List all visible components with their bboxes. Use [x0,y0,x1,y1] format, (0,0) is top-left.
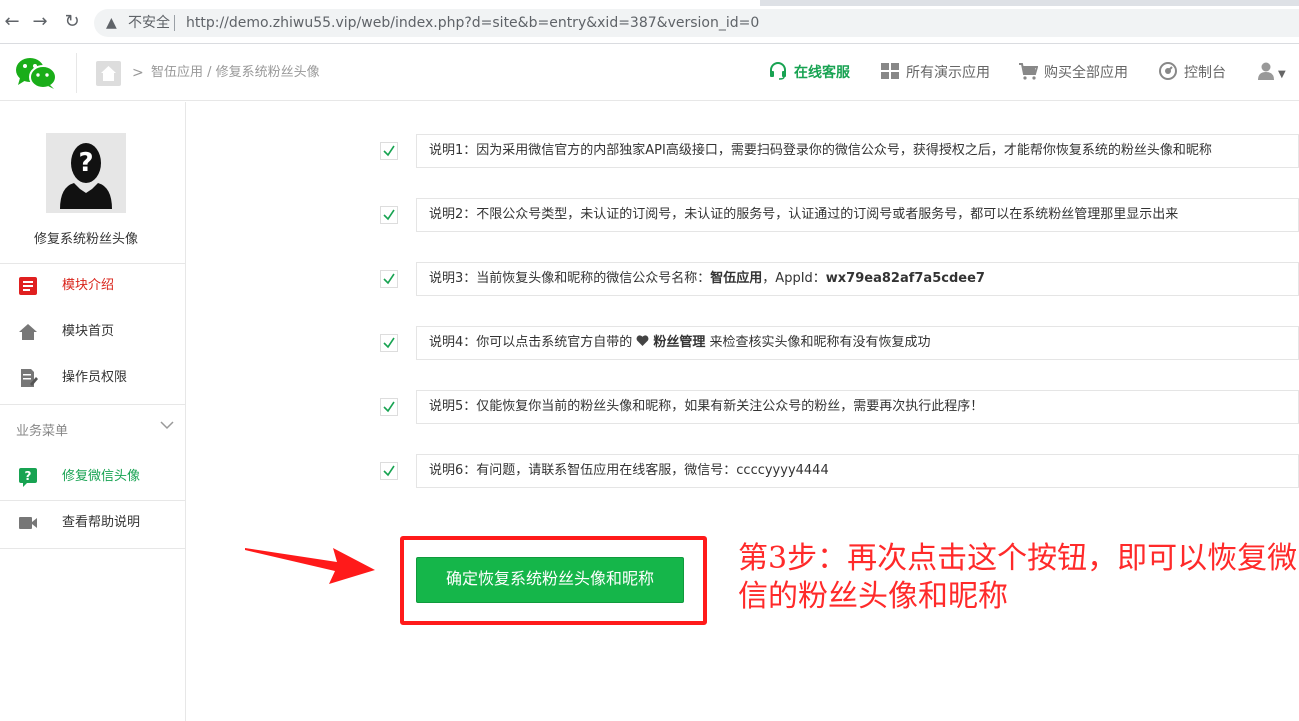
note-mid: ，AppId： [762,271,826,286]
app-header: > 智伍应用 / 修复系统粉丝头像 在线客服 所有演示应用 购买全部应用 控制台… [0,45,1299,101]
nav-label: 购买全部应用 [1044,65,1128,81]
checkbox-icon[interactable] [380,398,398,416]
svg-text:?: ? [78,148,93,178]
video-icon [19,517,37,529]
forward-arrow-icon[interactable]: → [28,10,52,34]
security-label[interactable]: 不安全 [128,9,170,37]
checkbox-icon[interactable] [380,270,398,288]
nav-label: 在线客服 [794,65,850,81]
sidebar-item-module-home[interactable]: 模块首页 [0,309,186,355]
question-green-icon: ? [19,468,37,487]
tab-strip [0,0,1299,6]
confirm-restore-button[interactable]: 确定恢复系统粉丝头像和昵称 [416,557,684,603]
note-text: 说明1：因为采用微信官方的内部独家API高级接口，需要扫码登录你的微信公众号，获… [416,134,1299,168]
address-separator [174,15,175,31]
heart-icon [636,335,649,346]
note-text: 说明3：当前恢复头像和昵称的微信公众号名称：智伍应用，AppId：wx79ea8… [416,262,1299,296]
nav-all-demos[interactable]: 所有演示应用 [880,61,990,85]
svg-text:?: ? [25,469,32,483]
sidebar-item-module-intro[interactable]: 模块介绍 [0,263,186,309]
home-icon[interactable] [96,61,121,86]
app-id: wx79ea82af7a5cdee7 [825,271,985,286]
sidebar-item-label: 操作员权限 [62,370,128,385]
sidebar-item-operator-permissions[interactable]: 操作员权限 [0,355,186,401]
cart-icon [1019,63,1038,80]
wechat-logo-icon[interactable] [14,56,58,90]
nav-label: 控制台 [1184,65,1226,81]
breadcrumb[interactable]: 智伍应用 / 修复系统粉丝头像 [151,61,320,85]
document-red-icon [19,277,37,295]
browser-toolbar: ← → ↻ ▲ 不安全 http://demo.zhiwu55.vip/web/… [0,0,1299,44]
module-name: 修复系统粉丝头像 [33,232,138,247]
sidebar-divider [0,548,186,549]
active-tab[interactable] [0,0,760,6]
note-prefix: 说明3：当前恢复头像和昵称的微信公众号名称： [429,271,711,286]
annotation-text: 第3步：再次点击这个按钮，即可以恢复微信的粉丝头像和昵称 [738,541,1298,614]
checkbox-icon[interactable] [380,142,398,160]
nav-online-service[interactable]: 在线客服 [768,61,850,85]
section-title[interactable]: 业务菜单 [16,420,68,439]
checkbox-icon[interactable] [380,334,398,352]
address-bar[interactable]: ▲ 不安全 http://demo.zhiwu55.vip/web/index.… [94,9,1299,37]
unknown-person-icon: ? [60,143,112,209]
red-arrow-icon [245,548,375,584]
headset-icon [770,62,786,80]
back-arrow-icon[interactable]: ← [0,10,24,34]
sidebar: ? 修复系统粉丝头像 模块介绍 模块首页 操作员权限 业务菜单 ? 修复微信头像… [0,102,186,721]
sidebar-item-label: 模块首页 [62,324,115,339]
chevron-down-icon[interactable] [160,418,174,432]
sidebar-item-label: 模块介绍 [62,278,115,293]
user-icon [1258,62,1274,80]
nav-buy-all[interactable]: 购买全部应用 [1018,61,1128,85]
user-menu[interactable]: ▼ [1256,61,1286,85]
sidebar-item-repair-avatar[interactable]: ? 修复微信头像 [0,454,186,500]
warning-icon[interactable]: ▲ [106,9,117,37]
note-text: 说明4：你可以点击系统官方自带的 粉丝管理 来检查核实头像和昵称有没有恢复成功 [416,326,1299,360]
checkbox-icon[interactable] [380,206,398,224]
home-icon [19,324,37,340]
module-avatar: ? [46,133,126,213]
sidebar-item-label: 查看帮助说明 [62,515,141,530]
note-text: 说明6：有问题，请联系智伍应用在线客服，微信号：ccccyyyy4444 [416,454,1299,488]
edit-doc-icon [21,369,38,387]
note-text: 说明5：仅能恢复你当前的粉丝头像和昵称，如果有新关注公众号的粉丝，需要再次执行此… [416,390,1299,424]
sidebar-item-label: 修复微信头像 [62,469,141,484]
dashboard-icon [1159,62,1177,80]
nav-dashboard[interactable]: 控制台 [1158,61,1226,85]
url-text[interactable]: http://demo.zhiwu55.vip/web/index.php?d=… [186,9,759,37]
sidebar-divider [0,404,186,405]
reload-icon[interactable]: ↻ [60,10,84,34]
account-name: 智伍应用 [710,271,763,286]
sidebar-item-help[interactable]: 查看帮助说明 [0,500,186,546]
header-divider [76,53,77,93]
nav-label: 所有演示应用 [906,65,990,81]
chevron-right-icon: > [132,65,144,81]
note-prefix: 说明4：你可以点击系统官方自带的 [429,335,637,350]
note-text: 说明2：不限公众号类型，未认证的订阅号，未认证的服务号，认证通过的订阅号或者服务… [416,198,1299,232]
note-suffix: 来检查核实头像和昵称有没有恢复成功 [705,335,931,350]
fans-manage-link[interactable]: 粉丝管理 [653,335,705,350]
checkbox-icon[interactable] [380,462,398,480]
grid-icon [881,63,899,79]
caret-down-icon: ▼ [1278,69,1286,80]
